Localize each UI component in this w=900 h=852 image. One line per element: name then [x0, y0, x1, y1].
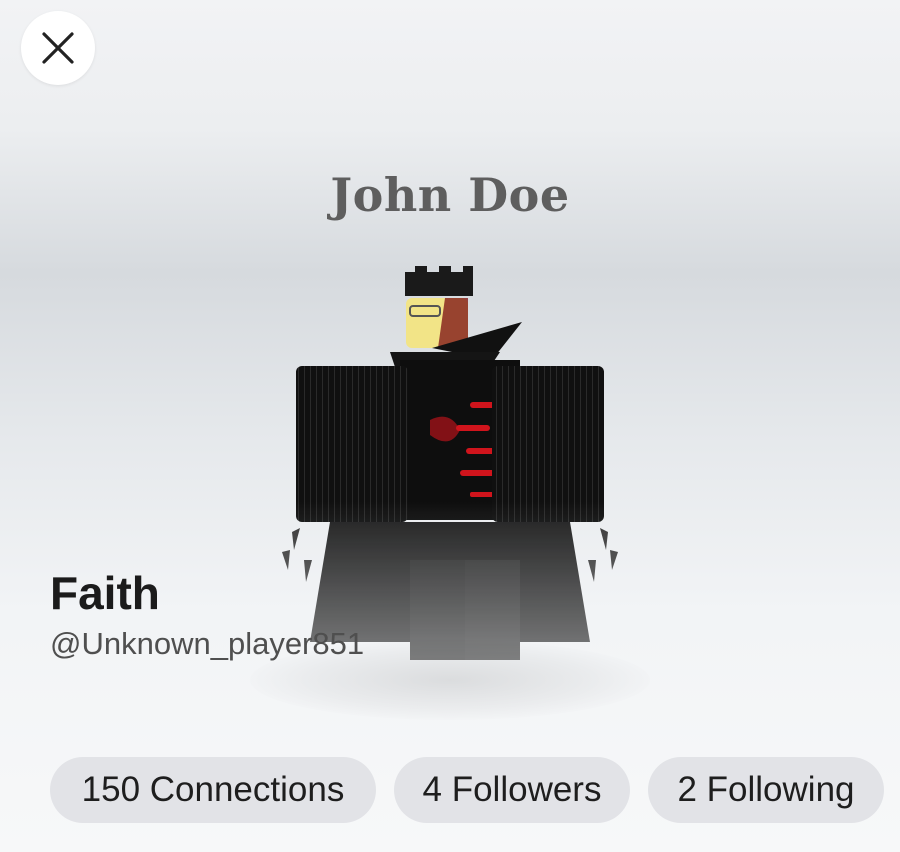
followers-label: 4 Followers — [422, 770, 602, 809]
close-icon — [42, 32, 74, 64]
following-button[interactable]: 2 Following — [648, 757, 884, 823]
followers-button[interactable]: 4 Followers — [394, 757, 630, 823]
username: @Unknown_player851 — [50, 626, 365, 661]
connections-label: 150 Connections — [81, 770, 345, 809]
avatar-nameplate: John Doe — [330, 168, 570, 222]
following-label: 2 Following — [677, 770, 855, 809]
display-name: Faith — [50, 567, 160, 619]
connections-button[interactable]: 150 Connections — [50, 757, 376, 823]
close-button[interactable] — [21, 11, 95, 85]
